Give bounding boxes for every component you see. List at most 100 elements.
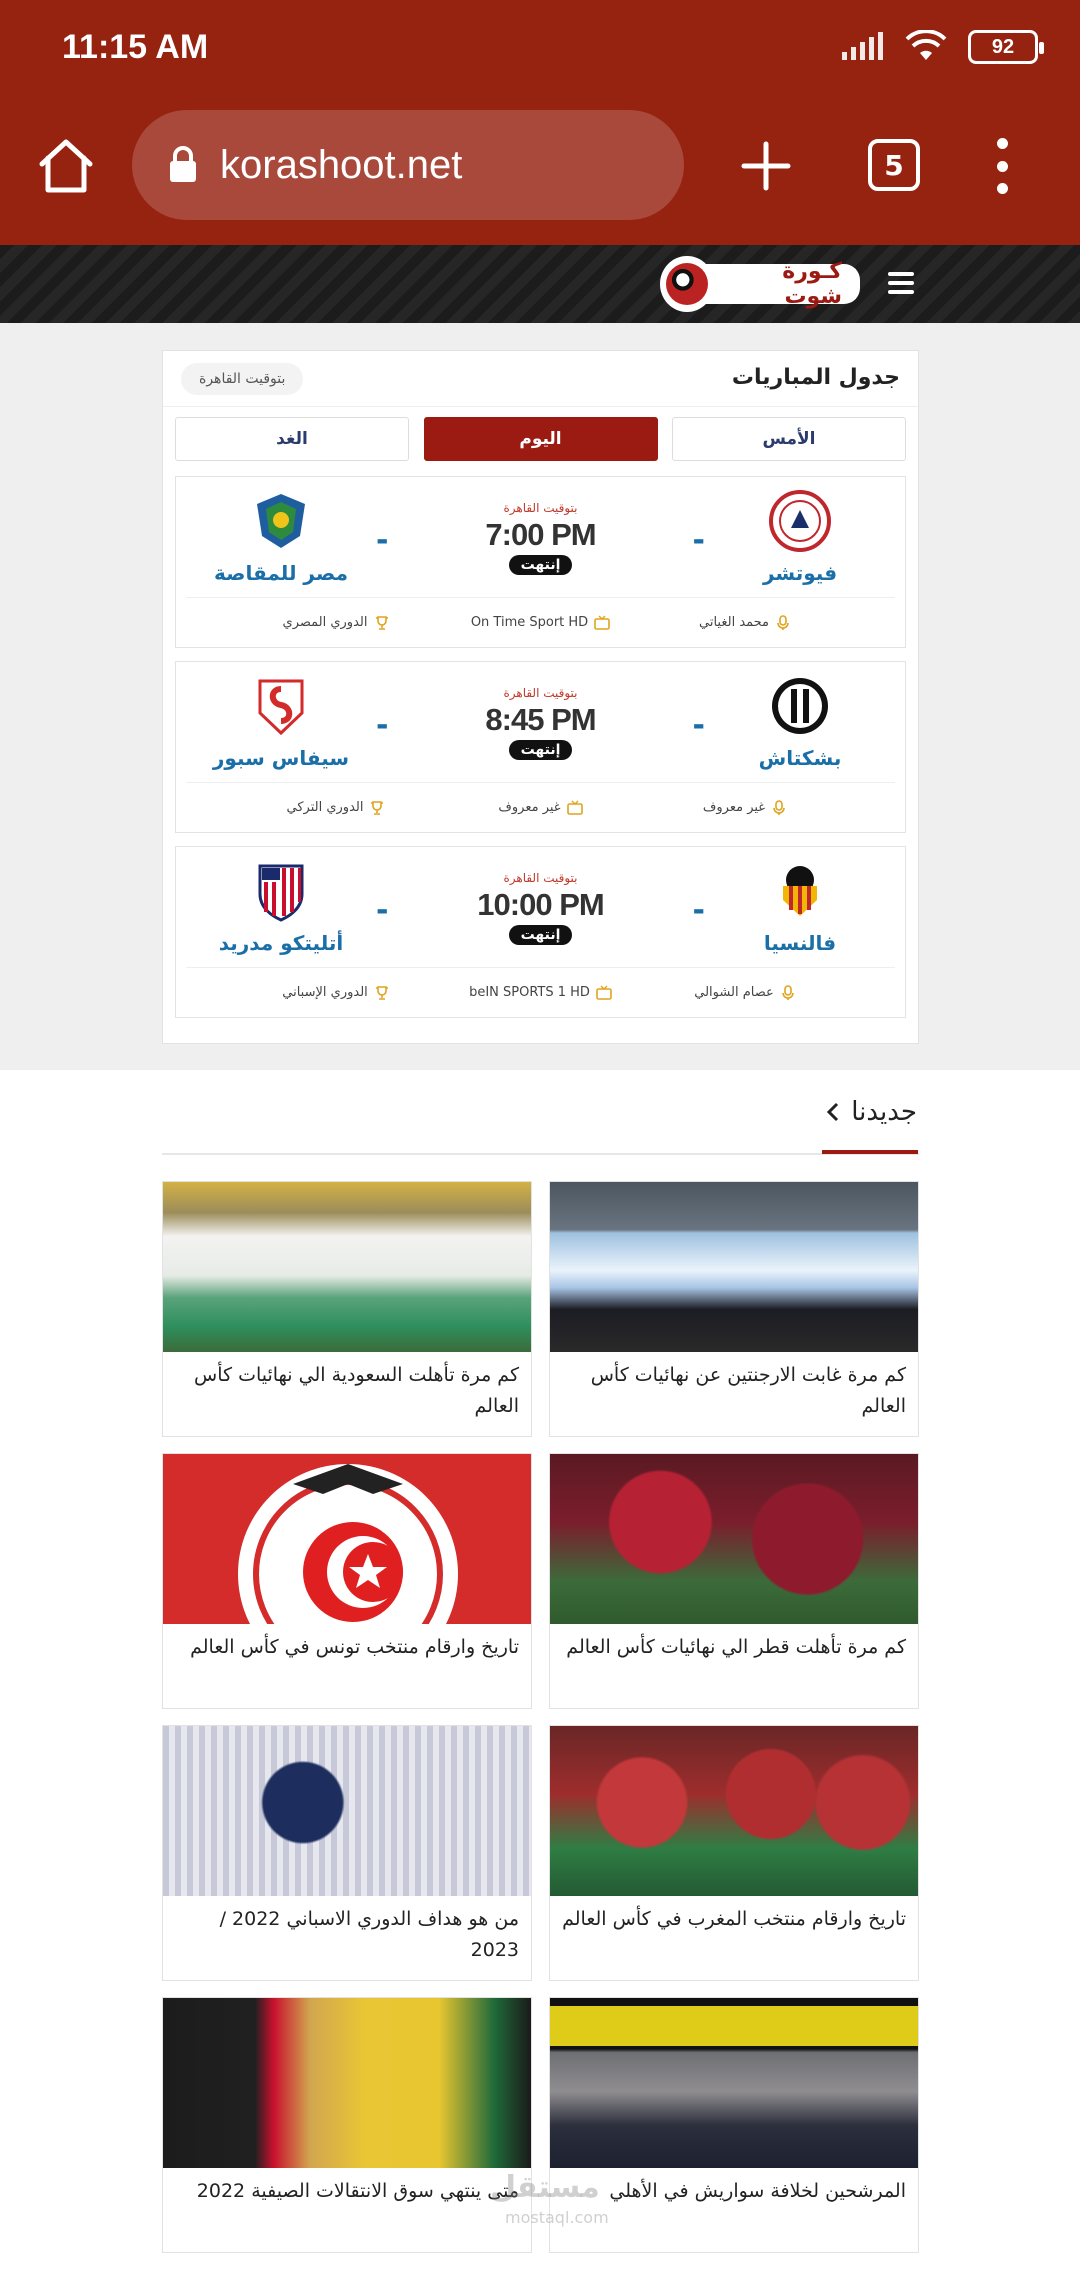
commentator: محمد الغياتي bbox=[645, 614, 845, 631]
signal-icon bbox=[842, 32, 883, 60]
news-headline[interactable]: متى ينتهي سوق الانتقالات الصيفية 2022 bbox=[163, 2168, 531, 2252]
news-divider bbox=[162, 1153, 919, 1155]
news-card[interactable]: تاريخ وارقام منتخب المغرب في كأس العالم bbox=[549, 1725, 919, 1981]
home-team-name: بشكتاش bbox=[758, 746, 842, 770]
away-team-name: أتليتكو مدريد bbox=[218, 931, 344, 955]
match-row[interactable]: بشكتاش - بتوقيت القاهرة 8:45 PM إنتهت - … bbox=[175, 661, 906, 833]
news-headline[interactable]: كم مرة غابت الارجنتين عن نهائيات كأس الع… bbox=[550, 1352, 918, 1436]
league-name: الدوري المصري bbox=[282, 615, 368, 630]
league-name: الدوري الإسباني bbox=[282, 985, 368, 1000]
home-score: - bbox=[692, 708, 705, 743]
match-time-block: بتوقيت القاهرة 8:45 PM إنتهت bbox=[451, 686, 631, 760]
battery-indicator: 92 bbox=[968, 30, 1044, 64]
tab-switcher-button[interactable]: 5 bbox=[868, 139, 920, 191]
match-status-badge: إنتهت bbox=[508, 555, 573, 575]
home-team[interactable]: بشكتاش bbox=[695, 674, 905, 770]
status-icons: 92 bbox=[840, 30, 1044, 64]
overflow-menu-icon[interactable] bbox=[990, 138, 1014, 194]
news-image[interactable] bbox=[163, 1454, 531, 1624]
microphone-icon bbox=[773, 799, 785, 815]
trophy-icon bbox=[375, 615, 388, 630]
news-card[interactable]: تاريخ وارقام منتخب تونس في كأس العالم bbox=[162, 1453, 532, 1709]
timezone-pill[interactable]: بتوقيت القاهرة bbox=[181, 363, 304, 395]
match-time-block: بتوقيت القاهرة 10:00 PM إنتهت bbox=[451, 871, 631, 945]
away-team-name: سيفاس سبور bbox=[212, 746, 350, 770]
trophy-icon bbox=[371, 800, 384, 815]
site-header: كـورة شوت bbox=[0, 245, 1080, 323]
commentator: غير معروف bbox=[645, 799, 845, 816]
logo-text: كـورة شوت bbox=[701, 259, 860, 309]
away-team[interactable]: مصر للمقاصة bbox=[176, 489, 386, 585]
news-image[interactable] bbox=[163, 1998, 531, 2168]
lock-icon bbox=[170, 146, 196, 182]
watermark: مستقل bbox=[490, 2170, 600, 2205]
news-headline[interactable]: تاريخ وارقام منتخب تونس في كأس العالم bbox=[163, 1624, 531, 1708]
trophy-icon bbox=[375, 985, 388, 1000]
league: الدوري الإسباني bbox=[236, 985, 436, 1001]
tv-icon bbox=[566, 800, 583, 815]
channel: On Time Sport HD bbox=[441, 615, 641, 631]
channel: غير معروف bbox=[441, 800, 641, 816]
day-tabs: الأمس اليوم الغد bbox=[163, 407, 918, 461]
microphone-icon bbox=[781, 984, 794, 1000]
matches-header: جدول المباريات بتوقيت القاهرة bbox=[163, 351, 918, 407]
match-time: 8:45 PM bbox=[485, 702, 596, 737]
chevron-left-icon bbox=[827, 1102, 839, 1122]
news-headline[interactable]: تاريخ وارقام منتخب المغرب في كأس العالم bbox=[550, 1896, 918, 1980]
wifi-icon bbox=[905, 30, 947, 60]
channel: beIN SPORTS 1 HD bbox=[441, 985, 641, 1001]
league: الدوري التركي bbox=[236, 800, 436, 816]
channel-name: On Time Sport HD bbox=[470, 615, 589, 630]
commentator-name: محمد الغياتي bbox=[699, 615, 770, 630]
site-logo[interactable]: كـورة شوت bbox=[660, 256, 860, 312]
hamburger-menu-icon[interactable] bbox=[888, 272, 914, 294]
tunisia-federation-logo-icon bbox=[238, 1464, 458, 1624]
home-icon[interactable] bbox=[36, 136, 96, 196]
tab-tomorrow[interactable]: الغد bbox=[175, 417, 409, 461]
home-team[interactable]: فيوتشر bbox=[695, 489, 905, 585]
news-image[interactable] bbox=[550, 1726, 918, 1896]
away-team[interactable]: سيفاس سبور bbox=[176, 674, 386, 770]
atletico-madrid-logo-icon bbox=[249, 859, 313, 923]
news-image[interactable] bbox=[550, 1454, 918, 1624]
match-timezone: بتوقيت القاهرة bbox=[503, 501, 578, 515]
tv-icon bbox=[596, 985, 612, 1000]
commentator: عصام الشوالي bbox=[645, 984, 845, 1001]
match-status-badge: إنتهت bbox=[508, 925, 573, 945]
matches-title: جدول المباريات bbox=[731, 365, 900, 390]
news-card[interactable]: كم مرة تأهلت قطر الي نهائيات كأس العالم bbox=[549, 1453, 919, 1709]
news-section-title[interactable]: جديدنا bbox=[825, 1097, 917, 1127]
news-card[interactable]: من هو هداف الدوري الاسباني 2022 / 2023 bbox=[162, 1725, 532, 1981]
news-headline[interactable]: كم مرة تأهلت قطر الي نهائيات كأس العالم bbox=[550, 1624, 918, 1708]
home-score: - bbox=[692, 893, 705, 928]
league-name: الدوري التركي bbox=[286, 800, 364, 815]
new-tab-icon[interactable] bbox=[740, 140, 792, 192]
away-team[interactable]: أتليتكو مدريد bbox=[176, 859, 386, 955]
tab-yesterday[interactable]: الأمس bbox=[672, 417, 906, 461]
match-info: محمد الغياتي On Time Sport HD الدوري الم… bbox=[186, 597, 895, 647]
league: الدوري المصري bbox=[236, 615, 436, 631]
match-row[interactable]: فيوتشر - بتوقيت القاهرة 7:00 PM إنتهت - … bbox=[175, 476, 906, 648]
news-card[interactable]: متى ينتهي سوق الانتقالات الصيفية 2022 bbox=[162, 1997, 532, 2253]
news-image[interactable] bbox=[550, 1998, 918, 2168]
tab-today[interactable]: اليوم bbox=[423, 417, 658, 461]
home-team[interactable]: فالنسيا bbox=[695, 859, 905, 955]
match-info: عصام الشوالي beIN SPORTS 1 HD الدوري الإ… bbox=[186, 967, 895, 1017]
match-row[interactable]: فالنسيا - بتوقيت القاهرة 10:00 PM إنتهت … bbox=[175, 846, 906, 1018]
news-image[interactable] bbox=[550, 1182, 918, 1352]
news-headline[interactable]: كم مرة تأهلت السعودية الي نهائيات كأس ال… bbox=[163, 1352, 531, 1436]
news-headline[interactable]: من هو هداف الدوري الاسباني 2022 / 2023 bbox=[163, 1896, 531, 1980]
news-card[interactable]: كم مرة غابت الارجنتين عن نهائيات كأس الع… bbox=[549, 1181, 919, 1437]
address-bar[interactable]: korashoot.net bbox=[132, 110, 684, 220]
besiktas-logo-icon bbox=[768, 674, 832, 738]
news-image[interactable] bbox=[163, 1182, 531, 1352]
future-fc-logo-icon bbox=[768, 489, 832, 553]
match-time: 10:00 PM bbox=[477, 887, 604, 922]
masr-lilmakasa-logo-icon bbox=[249, 489, 313, 553]
microphone-icon bbox=[777, 614, 789, 630]
news-title-text: جديدنا bbox=[851, 1097, 917, 1127]
news-card[interactable]: كم مرة تأهلت السعودية الي نهائيات كأس ال… bbox=[162, 1181, 532, 1437]
match-timezone: بتوقيت القاهرة bbox=[503, 871, 578, 885]
news-image[interactable] bbox=[163, 1726, 531, 1896]
watermark-sub: mostaql.com bbox=[505, 2208, 609, 2227]
